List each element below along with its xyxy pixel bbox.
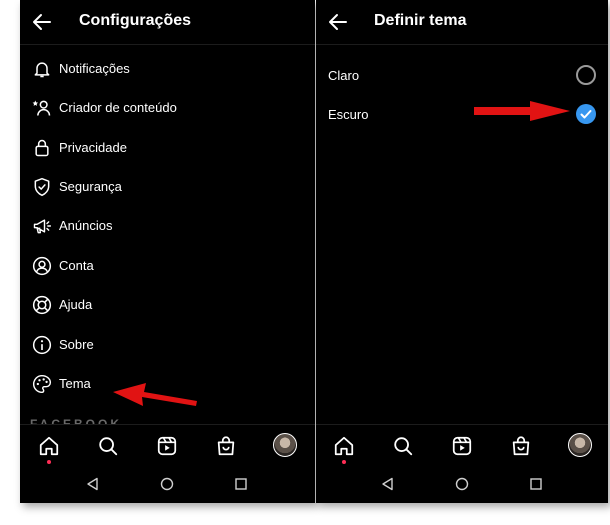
- shield-icon: [34, 177, 50, 197]
- menu-item-label: Tema: [59, 376, 91, 391]
- page-title: Configurações: [79, 12, 192, 29]
- lifebuoy-icon: [32, 295, 52, 315]
- back-arrow-icon[interactable]: [30, 10, 54, 34]
- menu-item-label: Notificações: [59, 61, 130, 76]
- notification-dot: [342, 460, 346, 464]
- recents-square-icon[interactable]: [234, 477, 248, 491]
- shop-icon[interactable]: [510, 435, 532, 457]
- theme-header: Definir tema: [316, 0, 608, 45]
- system-nav-bar: [316, 467, 608, 503]
- account-icon: [32, 256, 52, 276]
- menu-item-privacidade[interactable]: Privacidade: [20, 129, 315, 167]
- menu-item-anuncios[interactable]: Anúncios: [20, 207, 315, 245]
- menu-item-label: Ajuda: [59, 297, 93, 312]
- back-arrow-icon[interactable]: [326, 10, 350, 34]
- theme-screen: Definir tema Claro Escuro: [316, 0, 608, 503]
- menu-item-notificacoes[interactable]: Notificações: [20, 50, 315, 88]
- bottom-tab-bar: [316, 424, 608, 467]
- settings-screen: Configurações Notificações Criador de co…: [20, 0, 315, 503]
- facebook-section-label: FACEBOOK: [30, 417, 123, 424]
- creator-icon: [32, 100, 51, 116]
- page-title: Definir tema: [374, 12, 467, 29]
- menu-item-sobre[interactable]: Sobre: [20, 326, 315, 364]
- megaphone-icon: [33, 219, 52, 234]
- menu-item-label: Sobre: [59, 337, 94, 352]
- bottom-tab-bar: [20, 424, 315, 467]
- recents-square-icon[interactable]: [529, 477, 543, 491]
- home-circle-icon[interactable]: [455, 477, 469, 491]
- checkmark-icon: [580, 110, 592, 119]
- menu-item-label: Anúncios: [59, 218, 113, 233]
- home-icon[interactable]: [38, 435, 60, 457]
- reels-icon[interactable]: [156, 435, 178, 457]
- annotation-arrow-tema: [113, 383, 197, 406]
- menu-item-label: Criador de conteúdo: [59, 100, 177, 115]
- menu-item-conta[interactable]: Conta: [20, 247, 315, 285]
- theme-option-claro[interactable]: Claro: [316, 56, 608, 94]
- reels-icon[interactable]: [451, 435, 473, 457]
- avatar[interactable]: [568, 433, 592, 457]
- menu-item-criador[interactable]: Criador de conteúdo: [20, 89, 315, 127]
- info-icon: [32, 335, 52, 355]
- home-circle-icon[interactable]: [160, 477, 174, 491]
- system-nav-bar: [20, 467, 315, 503]
- menu-item-label: Privacidade: [59, 140, 127, 155]
- back-triangle-icon[interactable]: [86, 477, 100, 491]
- search-icon[interactable]: [97, 435, 119, 457]
- search-icon[interactable]: [392, 435, 414, 457]
- settings-header: Configurações: [20, 0, 315, 45]
- home-icon[interactable]: [333, 435, 355, 457]
- back-triangle-icon[interactable]: [381, 477, 395, 491]
- shop-icon[interactable]: [215, 435, 237, 457]
- menu-item-ajuda[interactable]: Ajuda: [20, 286, 315, 324]
- notification-dot: [47, 460, 51, 464]
- annotation-arrow-escuro: [474, 101, 570, 121]
- bell-icon: [34, 62, 50, 78]
- option-label: Claro: [328, 68, 360, 83]
- menu-item-label: Segurança: [59, 179, 122, 194]
- option-label: Escuro: [328, 107, 369, 122]
- lock-icon: [35, 139, 49, 157]
- radio-unselected[interactable]: [576, 65, 596, 85]
- avatar[interactable]: [273, 433, 297, 457]
- menu-item-label: Conta: [59, 258, 94, 273]
- palette-icon: [33, 374, 52, 394]
- radio-selected[interactable]: [576, 104, 596, 124]
- menu-item-seguranca[interactable]: Segurança: [20, 168, 315, 206]
